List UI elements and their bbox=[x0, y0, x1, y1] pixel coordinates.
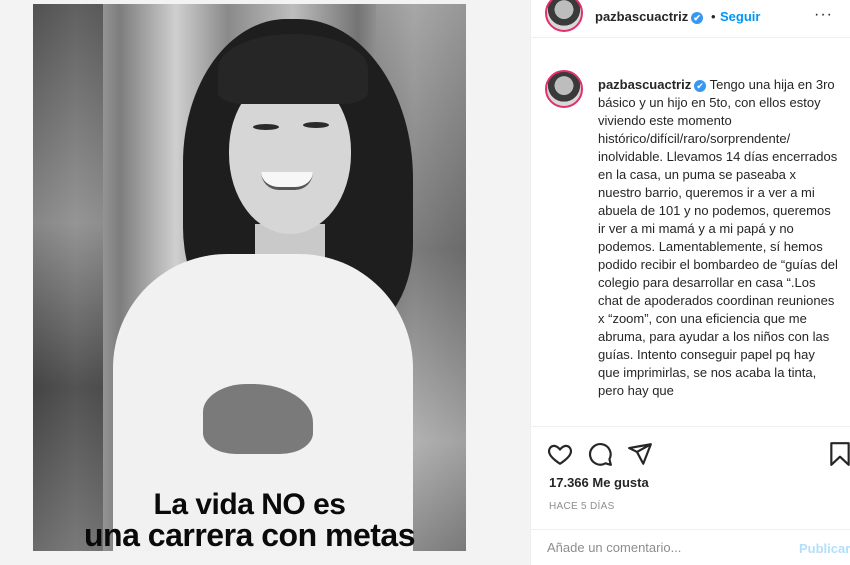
post-actions: 17.366 Me gusta HACE 5 DÍAS Publicar bbox=[531, 426, 850, 565]
more-options-icon[interactable]: ··· bbox=[814, 6, 833, 24]
author-username-text[interactable]: pazbascuactriz bbox=[595, 9, 688, 24]
caption-text-block: pazbascuactriz ✔ Tengo una hija en 3ro bá… bbox=[598, 76, 838, 400]
follow-button[interactable]: Seguir bbox=[720, 9, 760, 24]
caption-avatar[interactable] bbox=[545, 70, 583, 108]
publish-button[interactable]: Publicar bbox=[799, 541, 850, 556]
image-text-line-2: una carrera con metas bbox=[84, 517, 416, 551]
share-icon[interactable] bbox=[627, 441, 653, 467]
post-photo[interactable]: La vida NO es una carrera con metas bbox=[33, 4, 466, 551]
photo-bangs bbox=[218, 34, 368, 104]
caption-verified-icon: ✔ bbox=[694, 80, 707, 92]
author-username[interactable]: pazbascuactriz ✔ bbox=[595, 9, 704, 24]
post-timestamp[interactable]: HACE 5 DÍAS bbox=[549, 501, 615, 512]
post-media-area: La vida NO es una carrera con metas bbox=[0, 0, 530, 565]
post-side-panel: pazbascuactriz ✔ • Seguir ··· pazbascuact… bbox=[530, 0, 850, 565]
caption-scroll-area[interactable]: pazbascuactriz ✔ Tengo una hija en 3ro bá… bbox=[531, 38, 850, 426]
photo-eye-left bbox=[253, 124, 279, 130]
background-wood-left bbox=[33, 4, 103, 551]
comment-icon[interactable] bbox=[587, 441, 613, 467]
comment-input[interactable] bbox=[547, 540, 787, 555]
add-comment-bar: Publicar bbox=[531, 529, 850, 565]
post-header: pazbascuactriz ✔ • Seguir ··· bbox=[531, 0, 850, 38]
photo-eye-right bbox=[303, 122, 329, 128]
likes-count[interactable]: 17.366 Me gusta bbox=[549, 475, 649, 490]
heart-icon[interactable] bbox=[547, 441, 573, 467]
header-separator: • bbox=[711, 9, 716, 24]
author-avatar[interactable] bbox=[545, 0, 583, 32]
verified-badge-icon: ✔ bbox=[691, 12, 704, 24]
save-icon[interactable] bbox=[827, 441, 850, 467]
caption-username[interactable]: pazbascuactriz bbox=[598, 77, 691, 92]
caption-body: Tengo una hija en 3ro básico y un hijo e… bbox=[598, 77, 838, 398]
